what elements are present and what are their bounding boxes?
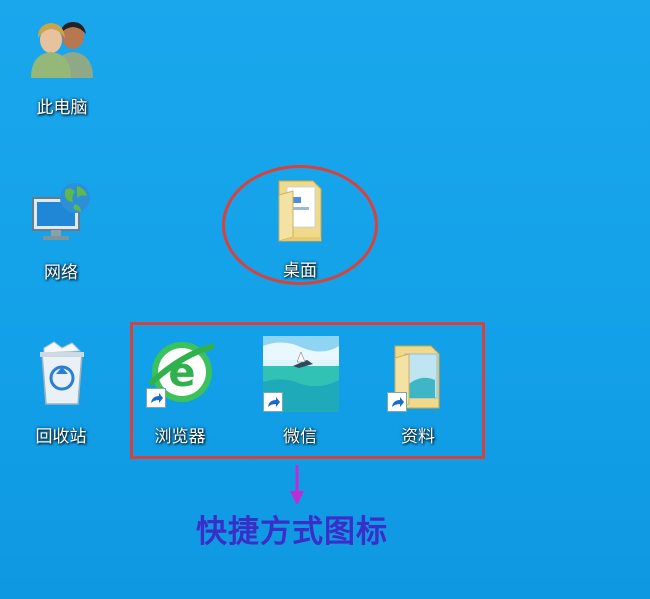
highlight-ellipse xyxy=(222,165,378,285)
down-arrow-icon xyxy=(290,465,304,505)
desktop-icon-recycle-bin[interactable] xyxy=(22,340,102,408)
desktop-icon-network[interactable] xyxy=(22,180,102,246)
desktop-icon-this-pc[interactable] xyxy=(22,20,102,78)
annotation-caption: 快捷方式图标 xyxy=(196,514,388,550)
desktop-icon-label-network: 网络 xyxy=(44,263,78,283)
user-accounts-icon xyxy=(27,20,97,78)
highlight-rectangle xyxy=(130,322,485,459)
desktop-icon-label-recycle-bin: 回收站 xyxy=(35,427,87,447)
network-globe-icon xyxy=(27,180,97,246)
recycle-bin-icon xyxy=(32,340,92,408)
desktop-icon-label-this-pc: 此电脑 xyxy=(36,98,88,118)
